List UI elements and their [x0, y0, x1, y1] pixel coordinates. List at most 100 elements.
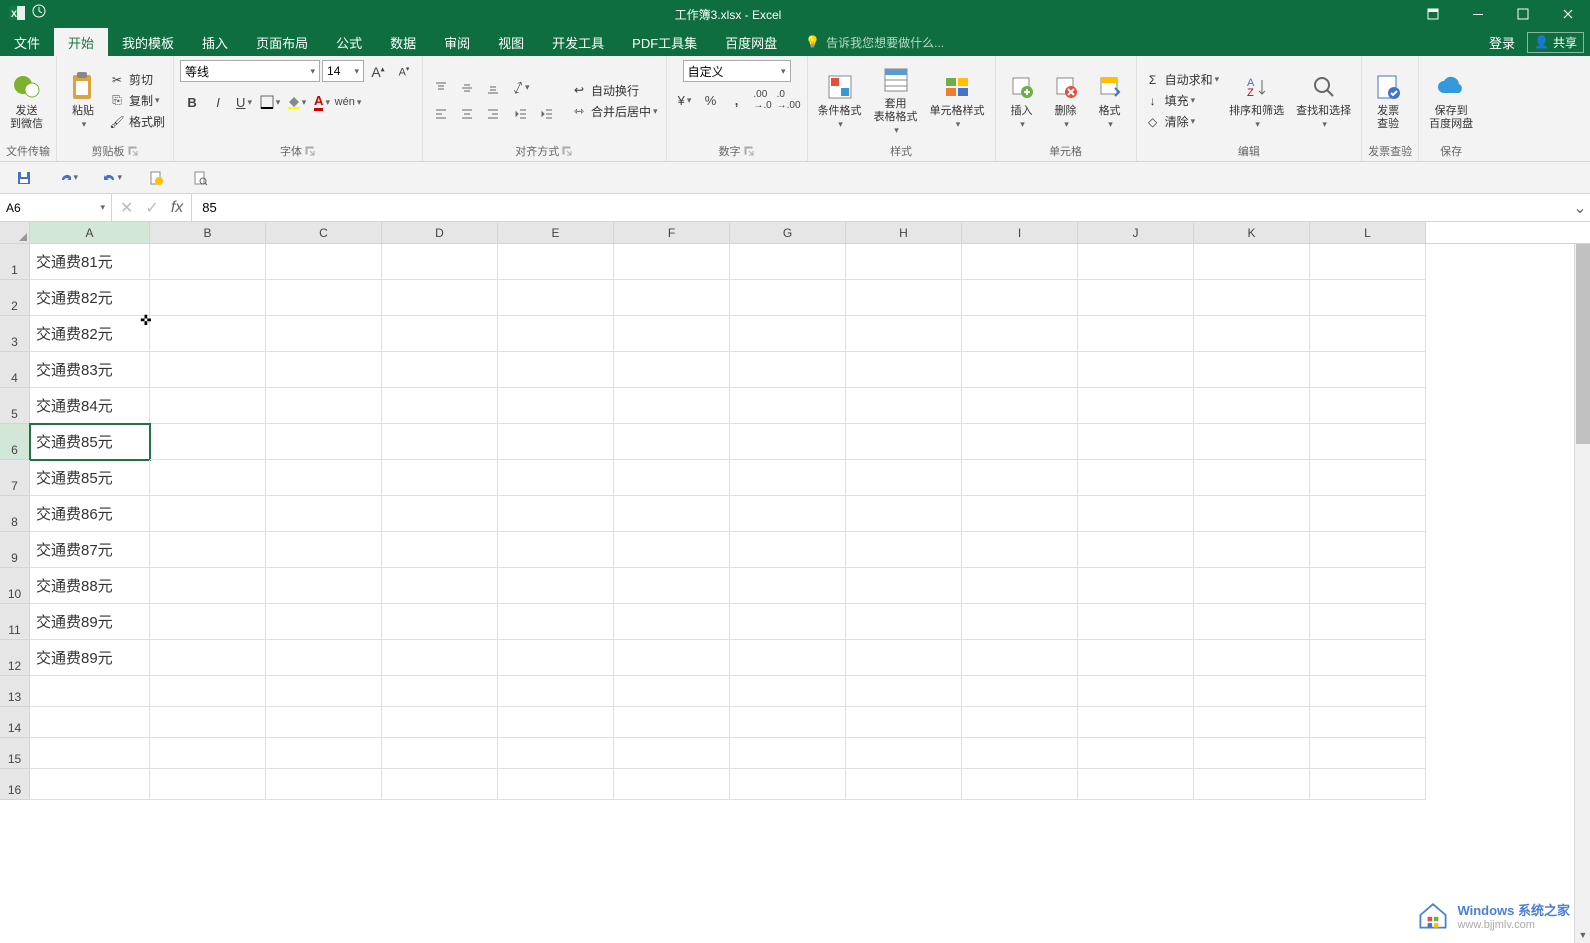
cell-I6[interactable]: [962, 424, 1078, 460]
dialog-launcher-icon[interactable]: [127, 145, 139, 157]
cell-K11[interactable]: [1194, 604, 1310, 640]
cell-D4[interactable]: [382, 352, 498, 388]
cell-E14[interactable]: [498, 707, 614, 738]
cut-button[interactable]: ✂剪切: [107, 70, 167, 89]
cell-H8[interactable]: [846, 496, 962, 532]
row-header-8[interactable]: 8: [0, 496, 30, 532]
cell-L1[interactable]: [1310, 244, 1426, 280]
row-header-6[interactable]: 6: [0, 424, 30, 460]
phonetic-button[interactable]: wén▾: [336, 90, 360, 114]
scroll-down-icon[interactable]: ▼: [1575, 927, 1590, 943]
cell-K5[interactable]: [1194, 388, 1310, 424]
cell-C5[interactable]: [266, 388, 382, 424]
autosave-icon[interactable]: [32, 4, 46, 25]
cell-B13[interactable]: [150, 676, 266, 707]
cell-L3[interactable]: [1310, 316, 1426, 352]
cell-C6[interactable]: [266, 424, 382, 460]
column-header-A[interactable]: A: [30, 222, 150, 243]
cell-C11[interactable]: [266, 604, 382, 640]
cell-D1[interactable]: [382, 244, 498, 280]
cell-K14[interactable]: [1194, 707, 1310, 738]
italic-button[interactable]: I: [206, 90, 230, 114]
align-bottom-button[interactable]: [481, 76, 505, 100]
bold-button[interactable]: B: [180, 90, 204, 114]
cell-F6[interactable]: [614, 424, 730, 460]
wrap-text-button[interactable]: ↩自动换行: [569, 81, 660, 100]
tab-数据[interactable]: 数据: [376, 28, 430, 56]
cell-C14[interactable]: [266, 707, 382, 738]
column-header-I[interactable]: I: [962, 222, 1078, 243]
new-button[interactable]: [146, 168, 166, 188]
cell-G8[interactable]: [730, 496, 846, 532]
underline-button[interactable]: U▾: [232, 90, 256, 114]
cell-K1[interactable]: [1194, 244, 1310, 280]
cell-G11[interactable]: [730, 604, 846, 640]
cell-C8[interactable]: [266, 496, 382, 532]
cell-C10[interactable]: [266, 568, 382, 604]
close-button[interactable]: [1545, 0, 1590, 28]
cell-H14[interactable]: [846, 707, 962, 738]
sort-filter-button[interactable]: AZ排序和筛选▾: [1225, 69, 1288, 133]
fill-button[interactable]: ↓填充▾: [1143, 91, 1222, 110]
cell-I14[interactable]: [962, 707, 1078, 738]
cell-B8[interactable]: [150, 496, 266, 532]
cell-E5[interactable]: [498, 388, 614, 424]
cell-G7[interactable]: [730, 460, 846, 496]
cell-F16[interactable]: [614, 769, 730, 800]
row-header-4[interactable]: 4: [0, 352, 30, 388]
cell-J10[interactable]: [1078, 568, 1194, 604]
cell-F5[interactable]: [614, 388, 730, 424]
cell-B16[interactable]: [150, 769, 266, 800]
align-top-button[interactable]: [429, 76, 453, 100]
cell-A8[interactable]: 交通费86元: [30, 496, 150, 532]
cell-B2[interactable]: [150, 280, 266, 316]
cell-A9[interactable]: 交通费87元: [30, 532, 150, 568]
cell-C2[interactable]: [266, 280, 382, 316]
cell-D11[interactable]: [382, 604, 498, 640]
format-cells-button[interactable]: 格式▾: [1090, 69, 1130, 133]
cell-A12[interactable]: 交通费89元: [30, 640, 150, 676]
cell-L12[interactable]: [1310, 640, 1426, 676]
currency-button[interactable]: ¥▾: [673, 88, 697, 112]
cell-A1[interactable]: 交通费81元: [30, 244, 150, 280]
cell-H12[interactable]: [846, 640, 962, 676]
cell-L9[interactable]: [1310, 532, 1426, 568]
cell-K2[interactable]: [1194, 280, 1310, 316]
cell-I7[interactable]: [962, 460, 1078, 496]
row-header-15[interactable]: 15: [0, 738, 30, 769]
cell-J8[interactable]: [1078, 496, 1194, 532]
dialog-launcher-icon[interactable]: [561, 145, 573, 157]
login-link[interactable]: 登录: [1489, 33, 1515, 52]
cell-G15[interactable]: [730, 738, 846, 769]
fx-icon[interactable]: fx: [171, 199, 183, 217]
cell-B15[interactable]: [150, 738, 266, 769]
merge-center-button[interactable]: ⇿合并后居中▾: [569, 102, 660, 121]
cell-H9[interactable]: [846, 532, 962, 568]
cell-I15[interactable]: [962, 738, 1078, 769]
cell-J12[interactable]: [1078, 640, 1194, 676]
clear-button[interactable]: ◇清除▾: [1143, 112, 1222, 131]
cell-I8[interactable]: [962, 496, 1078, 532]
cell-K6[interactable]: [1194, 424, 1310, 460]
cell-E13[interactable]: [498, 676, 614, 707]
cell-D8[interactable]: [382, 496, 498, 532]
cell-G5[interactable]: [730, 388, 846, 424]
cell-A4[interactable]: 交通费83元: [30, 352, 150, 388]
minimize-button[interactable]: [1455, 0, 1500, 28]
cell-D9[interactable]: [382, 532, 498, 568]
cell-I12[interactable]: [962, 640, 1078, 676]
formula-input[interactable]: 85: [192, 194, 1570, 221]
column-header-B[interactable]: B: [150, 222, 266, 243]
cell-B4[interactable]: [150, 352, 266, 388]
cell-D3[interactable]: [382, 316, 498, 352]
font-size-combo[interactable]: 14▾: [322, 60, 364, 82]
tab-插入[interactable]: 插入: [188, 28, 242, 56]
enter-icon[interactable]: ✓: [145, 198, 158, 218]
tab-公式[interactable]: 公式: [322, 28, 376, 56]
maximize-button[interactable]: [1500, 0, 1545, 28]
cell-H10[interactable]: [846, 568, 962, 604]
print-preview-button[interactable]: [190, 168, 210, 188]
cell-G6[interactable]: [730, 424, 846, 460]
tellme-search[interactable]: 💡 告诉我您想要做什么...: [805, 28, 944, 56]
tab-审阅[interactable]: 审阅: [430, 28, 484, 56]
